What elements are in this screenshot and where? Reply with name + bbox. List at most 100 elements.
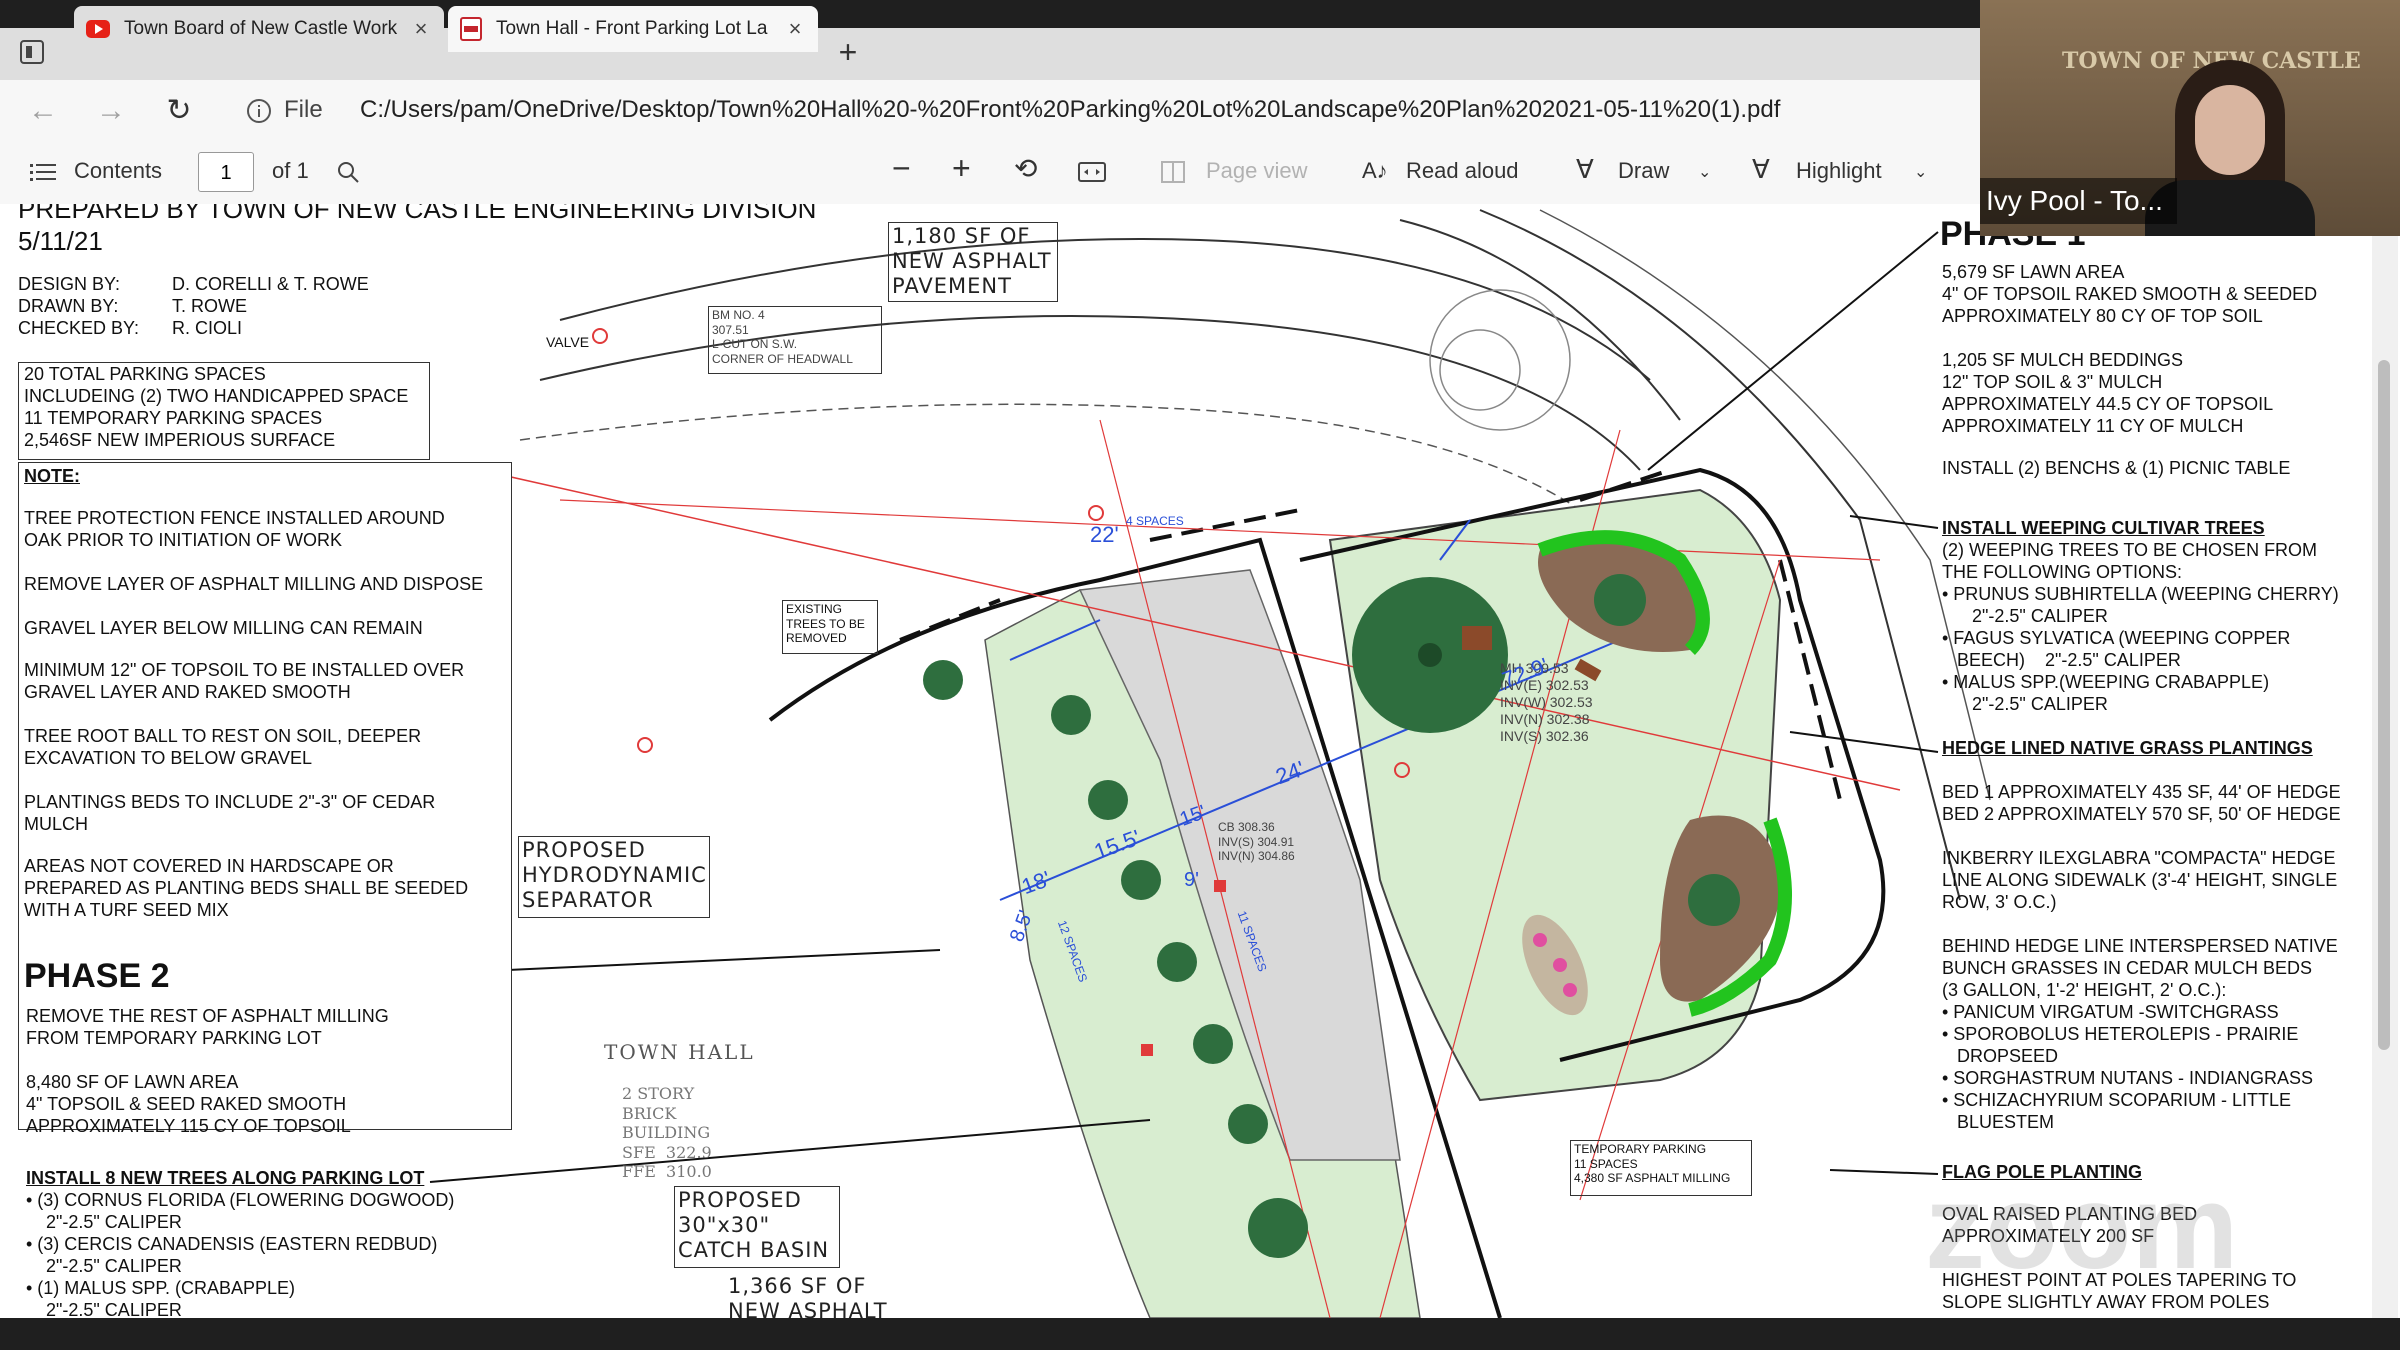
weeping-line: • MALUS SPP.(WEEPING CRABAPPLE) <box>1942 672 2270 692</box>
chevron-down-icon[interactable]: ⌄ <box>1698 162 1711 182</box>
new-tab-button[interactable]: + <box>830 34 866 70</box>
highlight-button[interactable]: Highlight <box>1796 158 1882 184</box>
highlighter-icon: ∀ <box>1752 154 1770 184</box>
hedge-line: (3 GALLON, 1'-2' HEIGHT, 2' O.C.): <box>1942 980 2227 1000</box>
info-icon[interactable] <box>246 98 272 124</box>
refresh-icon[interactable]: ↻ <box>160 92 198 130</box>
credit-design-role: DESIGN BY: <box>18 274 121 294</box>
hedge-line: • PANICUM VIRGATUM -SWITCHGRASS <box>1942 1002 2279 1022</box>
note-item: PLANTINGS BEDS TO INCLUDE 2"-3" OF CEDAR… <box>24 792 436 834</box>
page-view-button: Page view <box>1206 158 1308 183</box>
tab-actions-icon[interactable] <box>20 40 44 64</box>
phase1-line: 1,205 SF MULCH BEDDINGS <box>1942 350 2184 370</box>
participant-name-label: Ivy Pool - To... <box>1980 178 2177 224</box>
search-icon[interactable] <box>336 160 360 184</box>
contents-list-icon <box>30 164 56 181</box>
trees-line: • (1) MALUS SPP. (CRABAPPLE) <box>26 1278 296 1298</box>
credit-checked-name: R. CIOLI <box>172 318 243 338</box>
file-scheme-label: File <box>284 96 323 123</box>
note-item: REMOVE LAYER OF ASPHALT MILLING AND DISP… <box>24 574 484 594</box>
phase1-line: APPROXIMATELY 80 CY OF TOP SOIL <box>1942 306 2263 326</box>
forward-arrow-icon[interactable]: → <box>92 92 130 130</box>
hedge-line: BEHIND HEDGE LINE INTERSPERSED NATIVE <box>1942 936 2338 956</box>
tab-label: Town Hall - Front Parking Lot La <box>496 18 768 39</box>
weeping-line: • PRUNUS SUBHIRTELLA (WEEPING CHERRY) <box>1942 584 2339 604</box>
draw-pen-icon: ∀ <box>1576 154 1594 184</box>
window-bottom-bar <box>0 1318 2400 1350</box>
hedge-line: BUNCH GRASSES IN CEDAR MULCH BEDS <box>1942 958 2313 978</box>
weeping-line: • FAGUS SYLVATICA (WEEPING COPPER <box>1942 628 2291 648</box>
phase1-line: APPROXIMATELY 44.5 CY OF TOPSOIL <box>1942 394 2274 414</box>
building-label: 2 STORY BRICK BUILDING SFE 322.9 FFE 310… <box>622 1084 712 1182</box>
hedge-line: • SORGHASTRUM NUTANS - INDIANGRASS <box>1942 1068 2313 1088</box>
close-icon[interactable]: × <box>410 16 432 42</box>
hedge-line: • SPOROBOLUS HETEROLEPIS - PRAIRIE <box>1942 1024 2299 1044</box>
summary-line: 11 TEMPORARY PARKING SPACES <box>24 408 323 428</box>
note-item: GRAVEL LAYER BELOW MILLING CAN REMAIN <box>24 618 423 638</box>
credit-checked-role: CHECKED BY: <box>18 318 140 338</box>
close-icon[interactable]: × <box>784 16 806 42</box>
hedge-line: BED 2 APPROXIMATELY 570 SF, 50' OF HEDGE <box>1942 804 2341 824</box>
pdf-page: PREPARED BY TOWN OF NEW CASTLE ENGINEERI… <box>0 204 2400 1318</box>
page-view-icon <box>1161 161 1185 183</box>
phase1-line: 12" TOP SOIL & 3" MULCH <box>1942 372 2163 392</box>
fit-page-icon[interactable] <box>1078 160 1106 184</box>
notes-title: NOTE: <box>24 466 80 486</box>
weeping-line: 2"-2.5" CALIPER <box>1942 694 2108 714</box>
youtube-icon <box>86 20 110 38</box>
tab-youtube[interactable]: Town Board of New Castle Work × <box>74 6 444 52</box>
callout-catch-basin-inv: CB 308.36 INV(S) 304.91 INV(N) 304.86 <box>1218 820 1295 864</box>
phase2-line: FROM TEMPORARY PARKING LOT <box>26 1028 322 1048</box>
hedge-title: HEDGE LINED NATIVE GRASS PLANTINGS <box>1942 738 2313 758</box>
read-aloud-button[interactable]: Read aloud <box>1406 158 1519 184</box>
credit-drawn-role: DRAWN BY: <box>18 296 119 316</box>
note-item: MINIMUM 12" OF TOPSOIL TO BE INSTALLED O… <box>24 660 465 702</box>
zoom-out-icon[interactable]: − <box>892 150 911 187</box>
callout-temp-parking: TEMPORARY PARKING 11 SPACES 4,380 SF ASP… <box>1574 1142 1731 1186</box>
participant-video: TOWN OF NEW CASTLE Ivy Pool - To... <box>1980 0 2400 236</box>
trees-line: 2"-2.5" CALIPER <box>26 1300 182 1318</box>
phase1-line: INSTALL (2) BENCHS & (1) PICNIC TABLE <box>1942 458 2291 478</box>
note-item: AREAS NOT COVERED IN HARDSCAPE OR PREPAR… <box>24 856 469 920</box>
rotate-icon[interactable]: ⟲ <box>1014 152 1037 185</box>
hedge-line: DROPSEED <box>1942 1046 2059 1066</box>
tab-pdf[interactable]: Town Hall - Front Parking Lot La × <box>448 6 818 52</box>
phase2-line: 4" TOPSOIL & SEED RAKED SMOOTH <box>26 1094 347 1114</box>
phase1-line: 4" OF TOPSOIL RAKED SMOOTH & SEEDED <box>1942 284 2318 304</box>
page-number-input[interactable]: 1 <box>198 152 254 192</box>
hedge-line: BLUESTEM <box>1942 1112 2055 1132</box>
page-total: of 1 <box>272 158 309 183</box>
callout-asphalt-1180: 1,180 SF OF NEW ASPHALT PAVEMENT <box>892 224 1052 299</box>
zoom-watermark: zoom <box>1925 1160 2239 1294</box>
zoom-in-icon[interactable]: + <box>952 150 971 187</box>
trees-line: 2"-2.5" CALIPER <box>26 1256 182 1276</box>
credit-drawn-name: T. ROWE <box>172 296 247 316</box>
summary-line: 20 TOTAL PARKING SPACES <box>24 364 266 384</box>
trees-title: INSTALL 8 NEW TREES ALONG PARKING LOT <box>26 1168 425 1188</box>
draw-button[interactable]: Draw <box>1618 158 1669 184</box>
weeping-line: 2"-2.5" CALIPER <box>1942 606 2108 626</box>
hedge-line: ROW, 3' O.C.) <box>1942 892 2057 912</box>
summary-line: 2,546SF NEW IMPERIOUS SURFACE <box>24 430 336 450</box>
chevron-down-icon[interactable]: ⌄ <box>1914 162 1927 182</box>
trees-line: • (3) CERCIS CANADENSIS (EASTERN REDBUD) <box>26 1234 438 1254</box>
pdf-icon <box>460 17 482 41</box>
scrollbar-thumb[interactable] <box>2378 360 2390 1050</box>
dim-22: 22' <box>1090 522 1119 547</box>
hedge-line: • SCHIZACHYRIUM SCOPARIUM - LITTLE <box>1942 1090 2291 1110</box>
credit-design-name: D. CORELLI & T. ROWE <box>172 274 369 294</box>
summary-line: INCLUDEING (2) TWO HANDICAPPED SPACE <box>24 386 409 406</box>
plan-date: 5/11/21 <box>18 226 103 256</box>
weeping-line: (2) WEEPING TREES TO BE CHOSEN FROM <box>1942 540 2318 560</box>
callout-existing-trees: EXISTING TREES TO BE REMOVED <box>786 602 865 646</box>
valve-label: VALVE <box>546 334 590 350</box>
participant-face <box>2195 85 2265 175</box>
spaces-4-label: 4 SPACES <box>1126 514 1184 528</box>
phase2-line: REMOVE THE REST OF ASPHALT MILLING <box>26 1006 389 1026</box>
weeping-line: BEECH) 2"-2.5" CALIPER <box>1942 650 2181 670</box>
read-aloud-icon: A♪ <box>1362 158 1388 183</box>
url-input[interactable]: C:/Users/pam/OneDrive/Desktop/Town%20Hal… <box>360 96 1780 124</box>
back-arrow-icon[interactable]: ← <box>24 92 62 130</box>
contents-button[interactable]: Contents <box>74 158 162 184</box>
plan-header: PREPARED BY TOWN OF NEW CASTLE ENGINEERI… <box>18 204 817 224</box>
